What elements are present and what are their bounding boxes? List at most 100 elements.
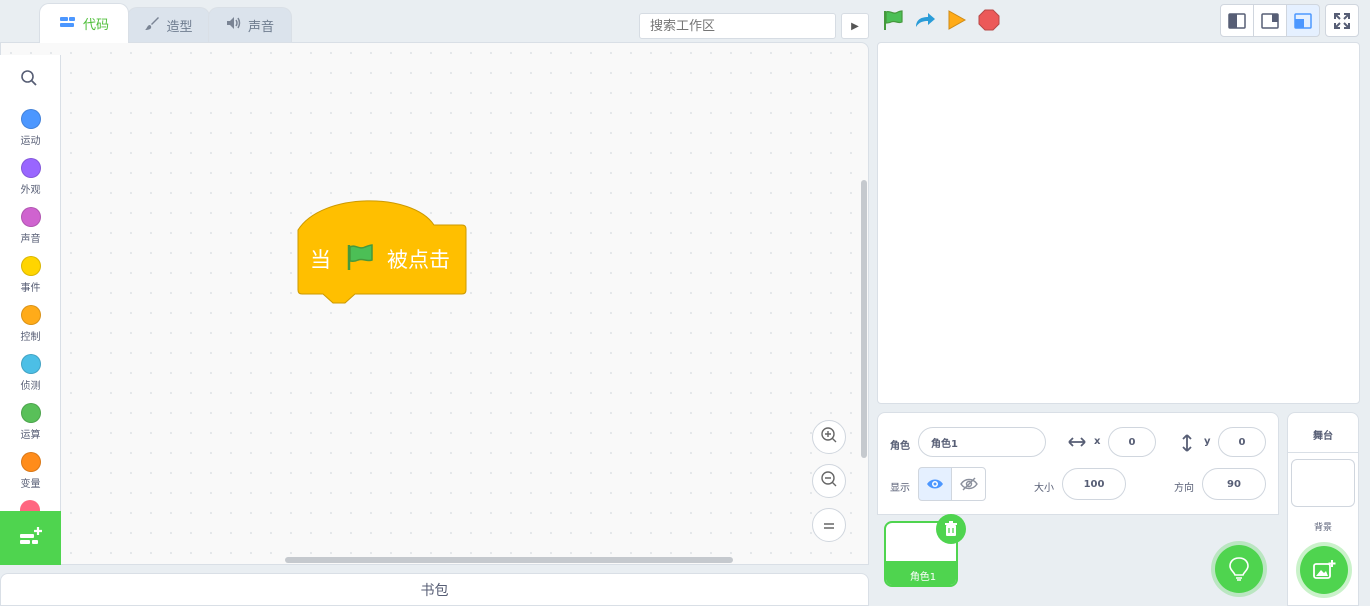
category-dot (20, 452, 41, 472)
small-stage-button[interactable] (1220, 4, 1254, 37)
stop-button[interactable] (978, 9, 1000, 34)
speaker-icon (226, 16, 242, 34)
trash-icon (945, 521, 957, 536)
category-label: 变量 (20, 479, 41, 490)
choose-sprite-button[interactable] (1215, 545, 1263, 593)
sprite-name-value: 角色1 (931, 438, 958, 450)
zoom-in-icon (820, 426, 838, 448)
category-dot (20, 207, 41, 227)
category-dot (20, 256, 41, 276)
category-looks[interactable]: 外观 (0, 158, 61, 196)
category-dot (20, 158, 41, 178)
category-dot (20, 305, 41, 325)
x-input[interactable]: 0 (1108, 427, 1156, 457)
category-label: 控制 (20, 332, 41, 343)
x-value: 0 (1128, 436, 1136, 448)
stop-icon (978, 9, 1000, 31)
tab-costumes[interactable]: 造型 (127, 7, 210, 42)
backdrop-thumbnail[interactable] (1291, 459, 1355, 507)
category-dot (20, 109, 41, 129)
y-label: y (1204, 436, 1211, 447)
zoom-reset-button[interactable] (812, 508, 846, 542)
category-variables[interactable]: 变量 (0, 452, 61, 490)
category-dot (20, 354, 41, 374)
sprite-label: 角色 (890, 441, 910, 452)
stage-canvas[interactable] (877, 42, 1360, 404)
block-label: 当 被点击 (298, 243, 450, 275)
category-sound[interactable]: 声音 (0, 207, 61, 245)
fullscreen-icon (1334, 12, 1350, 29)
category-operators[interactable]: 运算 (0, 403, 61, 441)
category-label: 事件 (20, 283, 41, 294)
tab-code[interactable]: 代码 (39, 3, 129, 43)
show-label: 显示 (890, 483, 910, 494)
eye-icon (927, 479, 943, 489)
zoom-out-icon (820, 470, 838, 492)
extension-icon (19, 526, 43, 551)
fullscreen-button[interactable] (1325, 4, 1359, 37)
backpack-label: 书包 (420, 583, 449, 599)
block-suffix: 被点击 (387, 248, 450, 272)
vertical-scrollbar[interactable] (861, 180, 867, 458)
turbo-arrow-icon (916, 13, 935, 27)
play-arrow-icon: ▶ (851, 20, 859, 32)
zoom-out-button[interactable] (812, 464, 846, 498)
backpack[interactable]: 书包 (0, 573, 869, 606)
size-label: 大小 (1034, 483, 1054, 494)
backdrop-label: 背景 (1313, 523, 1332, 533)
green-flag-icon (345, 242, 375, 277)
tab-sounds-label: 声音 (247, 19, 274, 35)
stage-panel-title: 舞台 (1313, 431, 1333, 442)
green-flag-button[interactable] (882, 9, 904, 34)
direction-label: 方向 (1174, 483, 1194, 494)
category-my-blocks-dot[interactable] (20, 500, 40, 511)
category-dot (20, 403, 41, 423)
brush-icon (144, 15, 160, 35)
direction-input[interactable]: 90 (1202, 468, 1266, 500)
eye-slash-icon (959, 477, 978, 491)
size-input[interactable]: 100 (1062, 468, 1126, 500)
sprite-thumbnail-name: 角色1 (886, 561, 956, 585)
add-backdrop-icon (1313, 560, 1336, 579)
category-label: 外观 (20, 185, 41, 196)
category-events[interactable]: 事件 (0, 256, 61, 294)
y-value: 0 (1238, 436, 1246, 448)
sprite-name-input[interactable]: 角色1 (918, 427, 1046, 457)
hide-sprite-button[interactable] (951, 467, 986, 501)
delete-sprite-button[interactable] (936, 514, 966, 544)
tab-code-label: 代码 (82, 18, 109, 33)
category-motion[interactable]: 运动 (0, 109, 61, 147)
category-control[interactable]: 控制 (0, 305, 61, 343)
lightbulb-icon (1229, 557, 1249, 581)
large-stage-icon (1294, 12, 1312, 29)
show-sprite-button[interactable] (918, 467, 952, 501)
category-label: 运动 (20, 136, 41, 147)
tab-sounds[interactable]: 声音 (208, 7, 292, 42)
small-stage-icon (1228, 12, 1246, 29)
x-label: x (1094, 436, 1101, 447)
play-icon (948, 10, 967, 30)
choose-backdrop-button[interactable] (1300, 546, 1348, 594)
category-label: 侦测 (20, 381, 41, 392)
block-palette: 运动 外观 声音 事件 控制 侦测 运算 变量 (0, 55, 61, 511)
category-label: 运算 (20, 430, 41, 441)
large-stage-button[interactable] (1286, 4, 1320, 37)
search-go-button[interactable]: ▶ (841, 13, 869, 39)
zoom-in-button[interactable] (812, 420, 846, 454)
divider (1287, 452, 1359, 453)
code-icon (59, 16, 77, 32)
horizontal-scrollbar[interactable] (285, 557, 733, 563)
search-icon[interactable] (20, 69, 38, 90)
turbo-arrow-button[interactable] (914, 11, 936, 32)
size-value: 100 (1083, 478, 1105, 490)
category-label: 声音 (20, 234, 41, 245)
y-input[interactable]: 0 (1218, 427, 1266, 457)
play-button[interactable] (946, 9, 968, 34)
normal-stage-icon (1261, 12, 1279, 29)
add-extension-button[interactable] (0, 511, 61, 565)
green-flag-icon (884, 10, 903, 30)
normal-stage-button[interactable] (1253, 4, 1287, 37)
category-sensing[interactable]: 侦测 (0, 354, 61, 392)
x-position-icon (1068, 436, 1086, 451)
workspace-search-input[interactable] (639, 13, 836, 39)
